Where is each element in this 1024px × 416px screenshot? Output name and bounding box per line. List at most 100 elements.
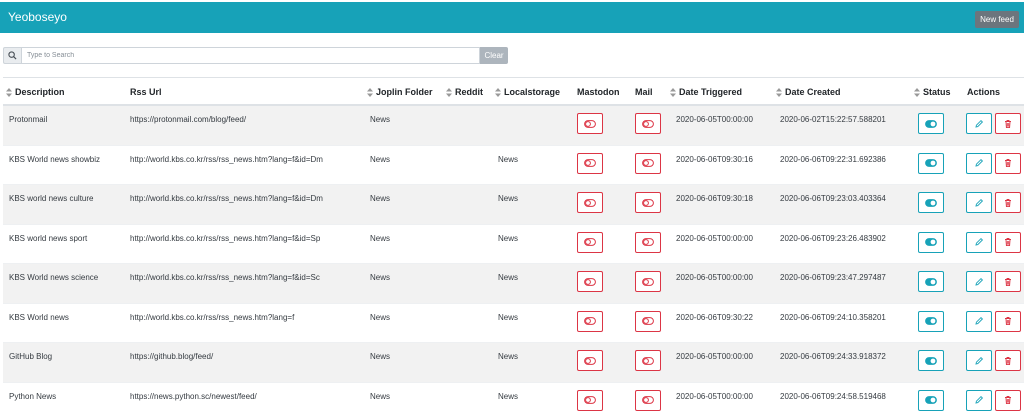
toggle-off-icon — [584, 356, 596, 365]
header-joplin-folder[interactable]: Joplin Folder — [367, 87, 433, 97]
cell-joplin-folder: News — [370, 194, 391, 203]
mastodon-toggle-button[interactable] — [577, 350, 603, 371]
cell-date-triggered: 2020-06-05T00:00:00 — [676, 115, 753, 124]
status-toggle-button[interactable] — [918, 350, 944, 371]
delete-button[interactable] — [995, 192, 1021, 213]
mastodon-toggle-button[interactable] — [577, 310, 603, 332]
cell-joplin-folder: News — [370, 233, 391, 243]
edit-button[interactable] — [966, 113, 992, 134]
delete-button[interactable] — [995, 231, 1021, 253]
status-toggle-button[interactable] — [918, 310, 944, 332]
header-date-created[interactable]: Date Created — [776, 87, 841, 97]
table-row: KBS world news culture http://world.kbs.c… — [3, 185, 1024, 225]
delete-button[interactable] — [995, 113, 1021, 134]
header-label: Status — [923, 87, 951, 97]
cell-date-triggered: 2020-06-05T00:00:00 — [676, 352, 753, 361]
cell-date-created: 2020-06-06T09:23:03.403364 — [780, 194, 886, 203]
header-status[interactable]: Status — [914, 87, 951, 97]
mastodon-toggle-button[interactable] — [577, 231, 603, 253]
delete-button[interactable] — [995, 389, 1021, 411]
edit-button[interactable] — [966, 350, 992, 371]
mastodon-toggle-button[interactable] — [577, 389, 603, 411]
edit-button[interactable] — [966, 310, 992, 332]
toggle-on-icon — [925, 277, 937, 286]
cell-date-created: 2020-06-06T09:24:33.918372 — [780, 352, 886, 361]
cell-localstorage: News — [498, 391, 519, 401]
edit-button[interactable] — [966, 271, 992, 292]
toggle-on-icon — [925, 238, 937, 246]
header-label: Mail — [635, 87, 653, 97]
status-toggle-button[interactable] — [918, 192, 944, 213]
mastodon-toggle-button[interactable] — [577, 152, 603, 174]
cell-description: KBS World news — [9, 312, 69, 322]
mail-toggle-button[interactable] — [635, 310, 661, 332]
edit-button[interactable] — [966, 231, 992, 253]
header-localstorage[interactable]: Localstorage — [495, 87, 560, 97]
trash-icon — [1005, 317, 1011, 326]
cell-rss-url: https://news.python.sc/newest/feed/ — [130, 391, 257, 401]
search-input[interactable] — [21, 47, 480, 64]
sort-icon — [914, 87, 920, 97]
delete-button[interactable] — [995, 152, 1021, 174]
mastodon-toggle-button[interactable] — [577, 192, 603, 213]
pencil-icon — [975, 237, 984, 246]
table-row: KBS World news showbiz http://world.kbs.c… — [3, 146, 1024, 185]
cell-date-triggered: 2020-06-06T09:30:22 — [676, 312, 753, 322]
delete-button[interactable] — [995, 350, 1021, 371]
status-toggle-button[interactable] — [918, 231, 944, 253]
header-description[interactable]: Description — [6, 87, 65, 97]
mail-toggle-button[interactable] — [635, 350, 661, 371]
delete-button[interactable] — [995, 271, 1021, 292]
header-mail: Mail — [635, 87, 653, 97]
header-mastodon: Mastodon — [577, 87, 620, 97]
toggle-off-icon — [642, 317, 654, 325]
mail-toggle-button[interactable] — [635, 231, 661, 253]
new-feed-button[interactable]: New feed — [975, 11, 1019, 28]
toggle-off-icon — [642, 396, 654, 404]
sort-icon — [776, 87, 782, 97]
cell-date-created: 2020-06-06T09:24:10.358201 — [780, 312, 886, 322]
cell-localstorage: News — [498, 312, 519, 322]
status-toggle-button[interactable] — [918, 113, 944, 134]
table-row: Python News https://news.python.sc/newest… — [3, 383, 1024, 416]
mail-toggle-button[interactable] — [635, 113, 661, 134]
pencil-icon — [975, 395, 984, 404]
search-bar: Clear — [3, 47, 508, 64]
mastodon-toggle-button[interactable] — [577, 271, 603, 292]
edit-button[interactable] — [966, 389, 992, 411]
header-label: Rss Url — [130, 87, 162, 97]
toggle-on-icon — [925, 356, 937, 365]
status-toggle-button[interactable] — [918, 271, 944, 292]
status-toggle-button[interactable] — [918, 152, 944, 174]
status-toggle-button[interactable] — [918, 389, 944, 411]
edit-button[interactable] — [966, 152, 992, 174]
toggle-on-icon — [925, 159, 937, 167]
header-date-triggered[interactable]: Date Triggered — [670, 87, 742, 97]
trash-icon — [1005, 159, 1011, 168]
cell-date-created: 2020-06-06T09:24:58.519468 — [780, 391, 886, 401]
cell-date-created: 2020-06-02T15:22:57.588201 — [780, 115, 886, 124]
cell-description: GitHub Blog — [9, 352, 53, 361]
toggle-off-icon — [584, 159, 596, 167]
delete-button[interactable] — [995, 310, 1021, 332]
sort-icon — [670, 87, 676, 97]
header-reddit[interactable]: Reddit — [446, 87, 483, 97]
cell-localstorage: News — [498, 194, 519, 203]
cell-rss-url: http://world.kbs.co.kr/rss/rss_news.htm?… — [130, 194, 323, 203]
toggle-on-icon — [925, 198, 937, 207]
trash-icon — [1005, 198, 1011, 207]
app-title[interactable]: Yeoboseyo — [8, 10, 67, 24]
mail-toggle-button[interactable] — [635, 152, 661, 174]
mail-toggle-button[interactable] — [635, 271, 661, 292]
clear-button[interactable]: Clear — [480, 47, 508, 64]
header-label: Actions — [967, 87, 1001, 97]
search-button[interactable] — [3, 47, 21, 64]
mastodon-toggle-button[interactable] — [577, 113, 603, 134]
cell-date-triggered: 2020-06-06T09:30:16 — [676, 154, 753, 164]
mail-toggle-button[interactable] — [635, 389, 661, 411]
edit-button[interactable] — [966, 192, 992, 213]
table-row: KBS world news sport http://world.kbs.co.… — [3, 225, 1024, 264]
mail-toggle-button[interactable] — [635, 192, 661, 213]
cell-rss-url: http://world.kbs.co.kr/rss/rss_news.htm?… — [130, 233, 321, 243]
pencil-icon — [975, 119, 984, 128]
